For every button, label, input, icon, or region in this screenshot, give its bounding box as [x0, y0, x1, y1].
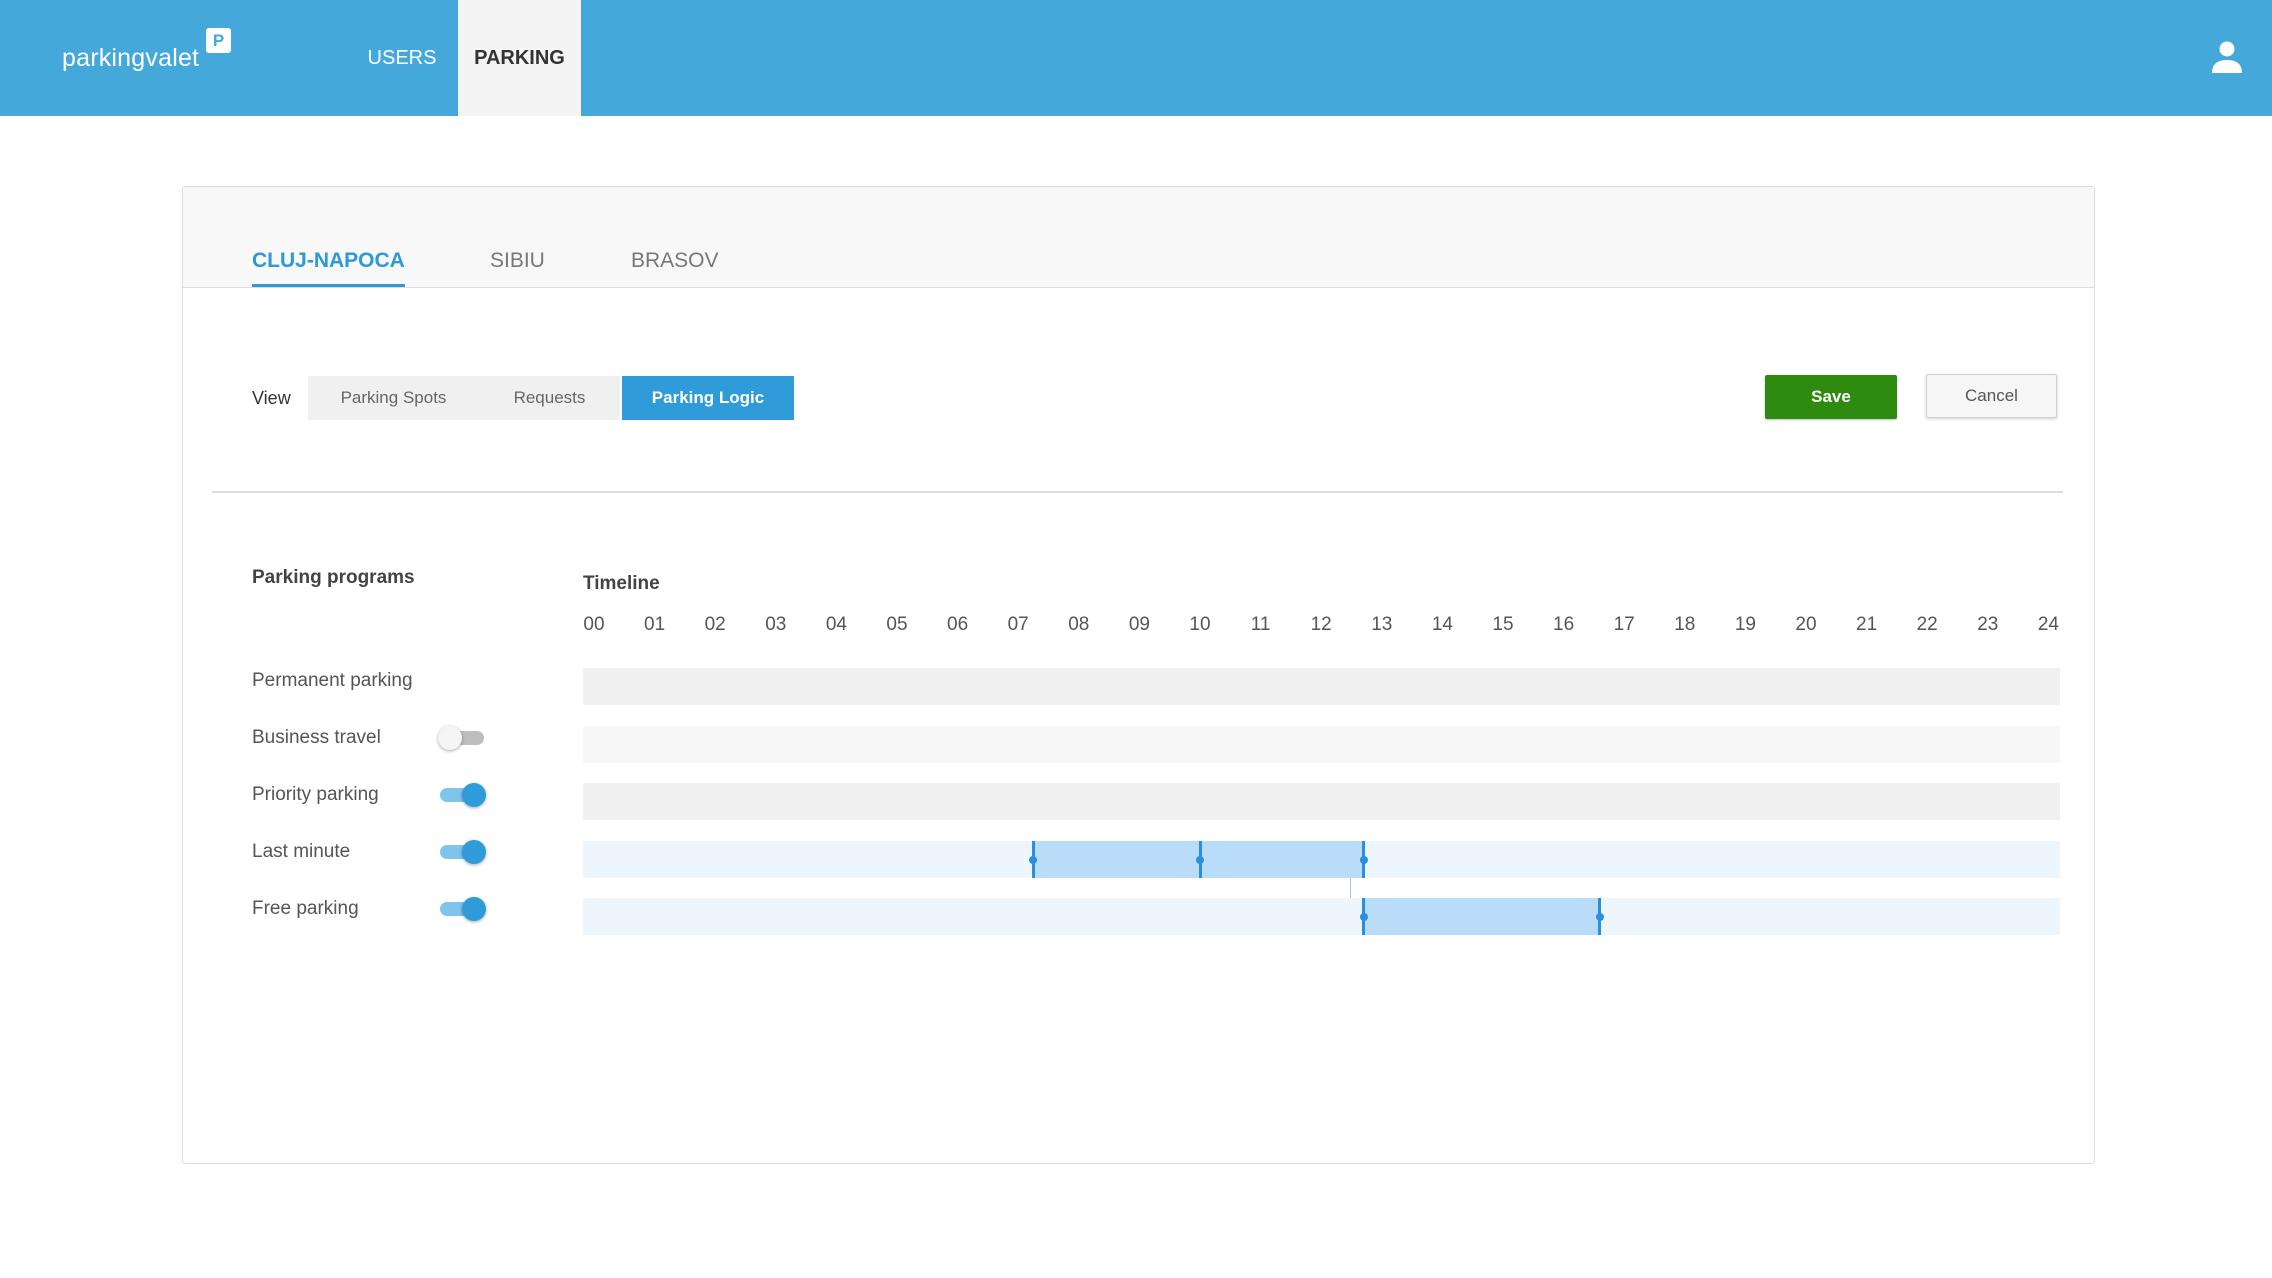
toggle-knob	[462, 840, 486, 864]
parking-logic-card: CLUJ-NAPOCA SIBIU BRASOV View Parking Sp…	[182, 186, 2095, 1164]
toggle-knob	[462, 897, 486, 921]
program-label-permanent-parking: Permanent parking	[252, 670, 413, 691]
timeline-hour-label: 18	[1674, 614, 1696, 635]
timeline-lane-last-minute[interactable]	[583, 841, 2060, 878]
toggle-knob	[462, 783, 486, 807]
timeline-hour-label: 10	[1189, 614, 1211, 635]
timeline-hour-label: 06	[947, 614, 969, 635]
timeline-hour-label: 09	[1128, 614, 1150, 635]
timeline-lane-free-parking[interactable]	[583, 898, 2060, 935]
city-tabs-header: CLUJ-NAPOCA SIBIU BRASOV	[183, 187, 2094, 288]
program-label-priority-parking: Priority parking	[252, 784, 379, 805]
timeline-hour-label: 21	[1856, 614, 1878, 635]
timeline-hour-label: 11	[1250, 614, 1271, 635]
timeline-hour-label: 22	[1916, 614, 1938, 635]
program-label-free-parking: Free parking	[252, 898, 359, 919]
timeline-hour-label: 04	[825, 614, 847, 635]
range-drag-handle[interactable]	[1029, 841, 1038, 878]
cancel-button[interactable]: Cancel	[1926, 374, 2057, 418]
nav-parking[interactable]: PARKING	[458, 0, 581, 116]
timeline-hour-label: 13	[1371, 614, 1393, 635]
timeline-hour-label: 20	[1795, 614, 1817, 635]
range-join-marker	[1350, 878, 1351, 898]
range-drag-handle[interactable]	[1196, 841, 1204, 878]
timeline-hour-label: 07	[1007, 614, 1029, 635]
save-button[interactable]: Save	[1765, 375, 1897, 419]
program-label-business-travel: Business travel	[252, 727, 381, 748]
range-drag-handle[interactable]	[1359, 841, 1368, 878]
app-logo[interactable]: parkingvalet	[62, 44, 199, 73]
timeline-hour-label: 19	[1734, 614, 1756, 635]
view-label: View	[252, 388, 291, 408]
business-travel-toggle[interactable]	[438, 725, 486, 750]
timeline-hour-label: 01	[644, 614, 666, 635]
tab-cluj-napoca[interactable]: CLUJ-NAPOCA	[252, 249, 405, 287]
program-label-last-minute: Last minute	[252, 841, 351, 862]
timeline-hour-label: 23	[1977, 614, 1999, 635]
view-option-parking-spots[interactable]: Parking Spots	[308, 376, 479, 420]
timeline-title: Timeline	[583, 573, 660, 594]
toggle-knob	[438, 726, 462, 750]
timeline-hour-label: 14	[1431, 614, 1453, 635]
range-drag-handle[interactable]	[1595, 898, 1604, 935]
timeline-hour-label: 08	[1068, 614, 1090, 635]
timeline-hour-label: 17	[1613, 614, 1635, 635]
parking-programs-title: Parking programs	[252, 567, 415, 588]
timeline-hour-label: 16	[1553, 614, 1575, 635]
timeline-hour-label: 15	[1492, 614, 1514, 635]
tab-brasov[interactable]: BRASOV	[631, 249, 719, 287]
timeline-lane-business-travel[interactable]	[583, 726, 2060, 763]
time-range[interactable]	[1363, 898, 1600, 935]
view-option-parking-logic[interactable]: Parking Logic	[622, 376, 794, 420]
free-parking-toggle[interactable]	[438, 896, 486, 921]
logo-parking-badge-icon: P	[206, 28, 231, 53]
timeline-hour-label: 03	[765, 614, 787, 635]
tab-sibiu[interactable]: SIBIU	[490, 249, 545, 287]
timeline-hour-label: 12	[1310, 614, 1332, 635]
nav-users[interactable]: USERS	[352, 0, 452, 116]
view-option-requests[interactable]: Requests	[479, 376, 620, 420]
timeline-hour-label: 02	[704, 614, 726, 635]
top-navigation-bar: parkingvalet P USERS PARKING	[0, 0, 2272, 116]
timeline-lane-priority-parking[interactable]	[583, 783, 2060, 820]
timeline-lane-permanent-parking[interactable]	[583, 668, 2060, 705]
timeline-hour-label: 00	[583, 614, 605, 635]
priority-parking-toggle[interactable]	[438, 782, 486, 807]
person-icon[interactable]	[2210, 40, 2244, 74]
timeline-hour-label: 24	[2037, 614, 2059, 635]
section-divider	[212, 491, 2063, 493]
timeline-hour-label: 05	[886, 614, 908, 635]
last-minute-toggle[interactable]	[438, 839, 486, 864]
range-drag-handle[interactable]	[1359, 898, 1368, 935]
